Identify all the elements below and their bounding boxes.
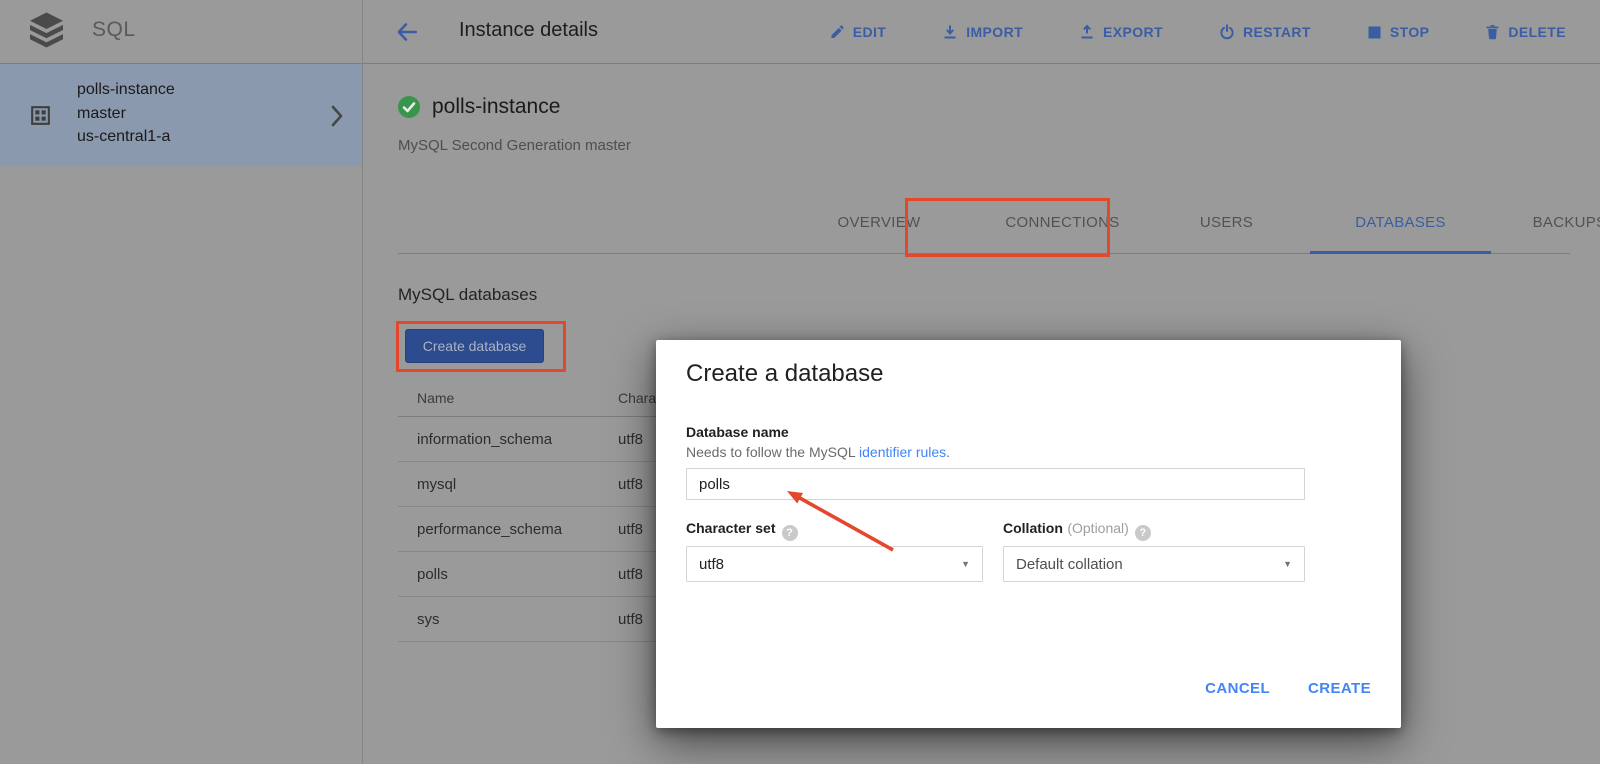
create-database-button[interactable]: Create database [405, 329, 544, 363]
collation-dropdown[interactable]: Default collation ▼ [1003, 546, 1305, 582]
instance-subtitle: MySQL Second Generation master [398, 137, 631, 154]
cell-name: information_schema [398, 431, 618, 448]
collation-field: Collation (Optional)? Default collation … [1003, 520, 1305, 541]
help-icon[interactable]: ? [782, 525, 798, 541]
tab-connections-label: CONNECTIONS [1005, 214, 1119, 231]
cell-name: polls [398, 566, 618, 583]
tab-overview-label: OVERVIEW [838, 214, 921, 231]
back-arrow-icon[interactable] [394, 19, 420, 50]
collation-label: Collation [1003, 520, 1063, 536]
create-button[interactable]: CREATE [1308, 680, 1371, 697]
tab-users[interactable]: USERS [1161, 190, 1292, 254]
cancel-button[interactable]: CANCEL [1205, 680, 1270, 697]
helper-text: Needs to follow the MySQL [686, 444, 859, 460]
helper-text-suffix: . [946, 444, 950, 460]
collation-optional-note: (Optional) [1067, 520, 1128, 536]
instance-heading: polls-instance [432, 95, 560, 119]
delete-icon [1485, 24, 1500, 40]
instance-grid-icon [28, 103, 53, 133]
tab-connections[interactable]: CONNECTIONS [961, 190, 1164, 254]
restart-button-label: RESTART [1243, 24, 1311, 40]
create-database-button-label: Create database [423, 338, 527, 354]
tab-overview[interactable]: OVERVIEW [796, 190, 962, 254]
character-set-field: Character set? utf8 ▼ [686, 520, 983, 541]
collation-value: Default collation [1016, 556, 1283, 573]
stop-button-label: STOP [1390, 24, 1429, 40]
page-title: Instance details [459, 19, 598, 42]
instance-zone: us-central1-a [77, 125, 175, 149]
cell-name: mysql [398, 476, 618, 493]
chevron-down-icon: ▼ [961, 559, 970, 569]
sql-product-icon [30, 12, 63, 55]
identifier-rules-link[interactable]: identifier rules [859, 444, 946, 460]
database-name-input[interactable] [686, 468, 1305, 500]
tab-users-label: USERS [1200, 214, 1253, 231]
column-header-name: Name [398, 390, 618, 406]
cloud-sql-console: SQL Instance details EDIT [0, 0, 1600, 764]
character-set-dropdown[interactable]: utf8 ▼ [686, 546, 983, 582]
delete-button-label: DELETE [1508, 24, 1566, 40]
edit-button[interactable]: EDIT [829, 24, 887, 40]
sidebar-item-instance[interactable]: polls-instance master us-central1-a [0, 64, 362, 166]
database-name-label: Database name [686, 424, 789, 440]
export-icon [1079, 24, 1095, 40]
import-button[interactable]: IMPORT [942, 24, 1023, 40]
status-ok-icon [398, 96, 420, 118]
cell-name: performance_schema [398, 521, 618, 538]
restart-button[interactable]: RESTART [1219, 24, 1311, 40]
chevron-down-icon: ▼ [1283, 559, 1292, 569]
top-bar: SQL Instance details EDIT [0, 0, 1600, 64]
delete-button[interactable]: DELETE [1485, 24, 1566, 40]
character-set-label: Character set [686, 520, 776, 536]
instance-role: master [77, 102, 175, 126]
chevron-right-icon [330, 104, 344, 133]
dialog-title: Create a database [686, 360, 883, 388]
help-icon[interactable]: ? [1135, 525, 1151, 541]
topbar-actions: EDIT IMPORT EXPORT [829, 0, 1566, 64]
tab-backups-label: BACKUPS [1533, 214, 1600, 231]
instance-name: polls-instance [77, 78, 175, 102]
tab-bar: OVERVIEW CONNECTIONS USERS DATABASES BAC… [398, 190, 1570, 254]
export-button-label: EXPORT [1103, 24, 1163, 40]
tab-databases-label: DATABASES [1355, 214, 1446, 231]
restart-icon [1219, 24, 1235, 40]
stop-icon [1367, 25, 1382, 40]
character-set-value: utf8 [699, 556, 961, 573]
tab-databases[interactable]: DATABASES [1310, 190, 1491, 254]
edit-button-label: EDIT [853, 24, 887, 40]
import-button-label: IMPORT [966, 24, 1023, 40]
pencil-icon [829, 24, 845, 40]
create-database-dialog: Create a database Database name Needs to… [656, 340, 1401, 728]
stop-button[interactable]: STOP [1367, 24, 1429, 40]
section-heading: MySQL databases [398, 285, 537, 305]
instance-summary: polls-instance master us-central1-a [77, 78, 175, 149]
product-name: SQL [92, 18, 136, 42]
active-tab-underline [1310, 251, 1491, 254]
tab-backups[interactable]: BACKUPS [1492, 190, 1600, 254]
database-name-helper: Needs to follow the MySQL identifier rul… [686, 444, 950, 460]
dialog-actions: CANCEL CREATE [1205, 680, 1371, 697]
export-button[interactable]: EXPORT [1079, 24, 1163, 40]
sidebar-divider [362, 0, 363, 764]
cell-name: sys [398, 611, 618, 628]
import-icon [942, 24, 958, 40]
